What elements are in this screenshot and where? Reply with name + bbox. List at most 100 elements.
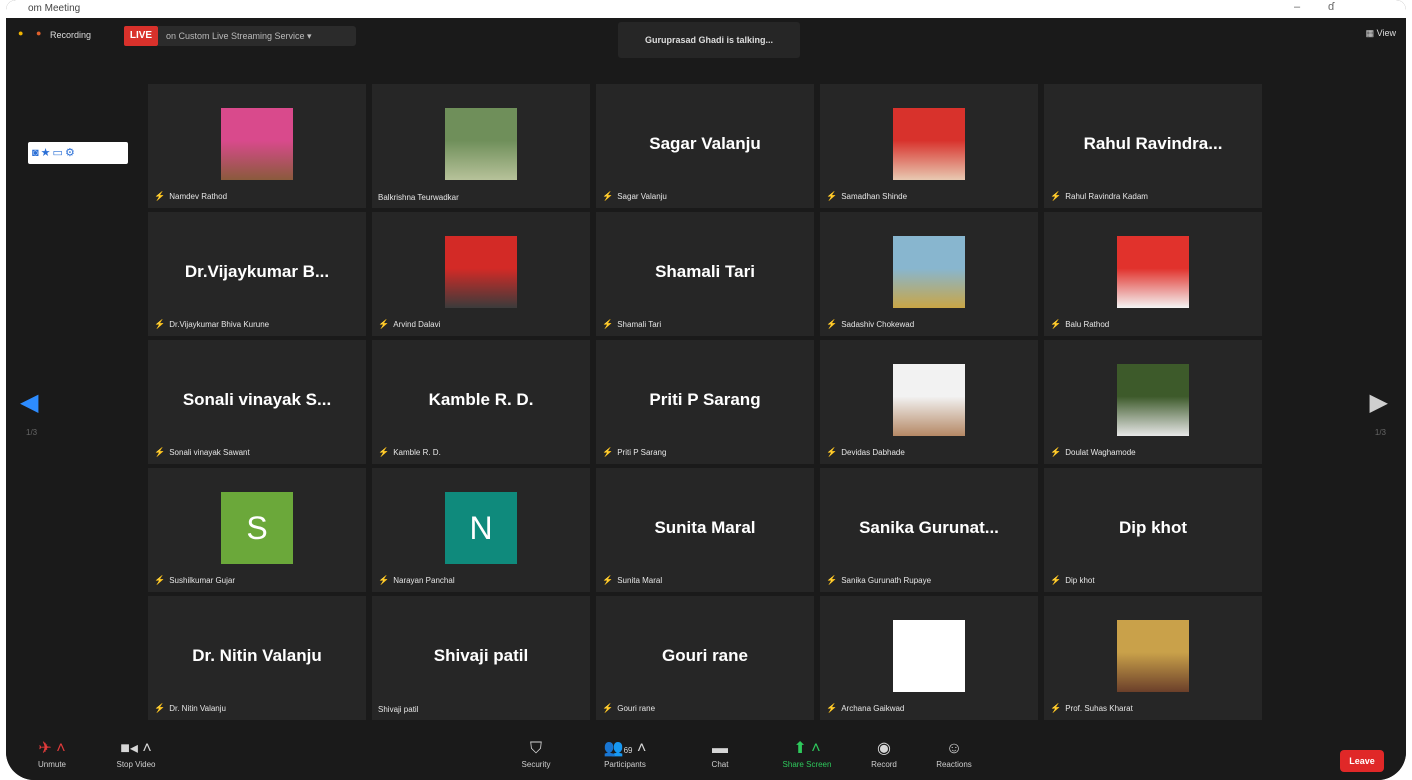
refresh-icon[interactable]: ◙ — [32, 147, 41, 159]
participant-name-label: ⚡ Doulat Waghamode — [1050, 447, 1136, 458]
participant-photo — [1117, 364, 1189, 436]
gear-icon[interactable]: ⚙ — [65, 147, 77, 159]
participant-tile[interactable]: ⚡ Balu Rathod — [1044, 212, 1262, 336]
mic-muted-icon: ⚡ — [154, 191, 166, 201]
star-icon[interactable]: ★ — [41, 147, 53, 159]
mic-muted-icon: ⚡ — [826, 703, 838, 713]
participant-name-label: ⚡ Priti P Sarang — [602, 447, 666, 458]
participant-name: Devidas Dabhade — [841, 448, 905, 457]
mic-muted-icon: ⚡ — [378, 447, 390, 457]
mic-muted-icon: ⚡ — [826, 575, 838, 585]
page-indicator-right: 1/3 — [1374, 428, 1386, 437]
participant-display-name: Shamali Tari — [655, 262, 755, 281]
participant-photo — [221, 108, 293, 180]
zoom-window: om Meeting – ɗ ● ● Recording LIVE on Cus… — [6, 0, 1406, 780]
participant-display-name: Priti P Sarang — [649, 390, 761, 409]
video-camera-icon: ■◂ ˄ — [120, 740, 152, 757]
participant-tile[interactable]: ⚡ Doulat Waghamode — [1044, 340, 1262, 464]
live-badge: LIVE — [124, 26, 158, 46]
participant-tile[interactable]: N ⚡ Narayan Panchal — [372, 468, 590, 592]
smiley-icon: ☺ — [945, 740, 963, 757]
participant-name: Sagar Valanju — [617, 192, 667, 201]
participant-tile[interactable]: Gouri rane ⚡ Gouri rane — [596, 596, 814, 720]
participant-name: Dr.Vijaykumar Bhiva Kurune — [169, 320, 270, 329]
participant-tile[interactable]: Kamble R. D. ⚡ Kamble R. D. — [372, 340, 590, 464]
mic-muted-icon: ⚡ — [602, 447, 614, 457]
participant-tile[interactable]: Sanika Gurunat... ⚡ Sanika Gurunath Rupaye — [820, 468, 1038, 592]
share-screen-icon: ⬆ ˄ — [793, 740, 821, 757]
participant-tile[interactable]: Sagar Valanju ⚡ Sagar Valanju — [596, 84, 814, 208]
floating-controls[interactable]: ◙★▭⚙ — [28, 142, 128, 164]
participant-name: Samadhan Shinde — [841, 192, 908, 201]
participant-tile[interactable]: Shivaji patil Shivaji patil — [372, 596, 590, 720]
live-service-dropdown[interactable]: on Custom Live Streaming Service ▾ — [158, 26, 356, 46]
participant-tile[interactable]: S ⚡ Sushilkumar Gujar — [148, 468, 366, 592]
share-screen-button[interactable]: ⬆ ˄ Share Screen — [770, 738, 844, 769]
participant-display-name: Sagar Valanju — [649, 134, 761, 153]
participant-name: Shamali Tari — [617, 320, 662, 329]
reactions-button[interactable]: ☺ Reactions — [924, 738, 984, 769]
shield-icon: ⛉ — [529, 740, 542, 757]
participant-name: Doulat Waghamode — [1065, 448, 1136, 457]
participant-name-label: ⚡ Sonali vinayak Sawant — [154, 447, 250, 458]
record-button[interactable]: ◉ Record — [854, 738, 914, 769]
mute-button[interactable]: ✈ ˄ Unmute — [22, 738, 82, 769]
participants-icon: 👥69 ˄ — [603, 740, 647, 757]
participant-tile[interactable]: Dr. Nitin Valanju ⚡ Dr. Nitin Valanju — [148, 596, 366, 720]
mic-muted-icon: ⚡ — [602, 191, 614, 201]
participant-avatar-initial: S — [221, 492, 293, 564]
page-indicator-left: 1/3 — [26, 428, 38, 437]
participant-name: Gouri rane — [617, 704, 656, 713]
mic-muted-icon: ⚡ — [602, 319, 614, 329]
participant-tile[interactable]: Dr.Vijaykumar B... ⚡ Dr.Vijaykumar Bhiva K… — [148, 212, 366, 336]
participant-name-label: ⚡ Dr. Nitin Valanju — [154, 703, 226, 714]
participant-tile[interactable]: Priti P Sarang ⚡ Priti P Sarang — [596, 340, 814, 464]
security-button[interactable]: ⛉ Security — [506, 738, 566, 769]
screen-icon[interactable]: ▭ — [53, 147, 65, 159]
participant-photo — [445, 236, 517, 308]
prev-page-arrow[interactable]: ◀ — [20, 388, 38, 417]
participant-tile[interactable]: ⚡ Samadhan Shinde — [820, 84, 1038, 208]
stop-video-button[interactable]: ■◂ ˄ Stop Video — [96, 738, 176, 769]
participant-tile[interactable]: Balkrishna Teurwadkar — [372, 84, 590, 208]
participant-tile[interactable]: ⚡ Archana Gaikwad — [820, 596, 1038, 720]
participant-name-label: ⚡ Sanika Gurunath Rupaye — [826, 575, 931, 586]
participant-tile[interactable]: ⚡ Arvind Dalavi — [372, 212, 590, 336]
mic-muted-icon: ⚡ — [378, 575, 390, 585]
restore-button[interactable]: ɗ — [1328, 1, 1334, 13]
chat-button[interactable]: ▬ Chat — [690, 738, 750, 769]
participant-tile[interactable]: Dip khot ⚡ Dip khot — [1044, 468, 1262, 592]
participant-photo — [893, 620, 965, 692]
leave-button[interactable]: Leave — [1340, 750, 1384, 772]
mic-muted-icon: ⚡ — [1050, 191, 1062, 201]
participant-name-label: ⚡ Namdev Rathod — [154, 191, 227, 202]
participant-tile[interactable]: Sonali vinayak S... ⚡ Sonali vinayak Sawan… — [148, 340, 366, 464]
recording-label: Recording — [50, 30, 92, 40]
participant-tile[interactable]: ⚡ Devidas Dabhade — [820, 340, 1038, 464]
participant-tile[interactable]: ⚡ Prof. Suhas Kharat — [1044, 596, 1262, 720]
participant-tile[interactable]: ⚡ Sadashiv Chokewad — [820, 212, 1038, 336]
info-icon[interactable]: ● — [18, 28, 23, 38]
participant-name-label: ⚡ Devidas Dabhade — [826, 447, 905, 458]
mic-muted-icon: ⚡ — [826, 447, 838, 457]
mic-muted-icon: ⚡ — [602, 703, 614, 713]
minimize-button[interactable]: – — [1294, 1, 1300, 13]
participant-name-label: ⚡ Archana Gaikwad — [826, 703, 904, 714]
participant-tile[interactable]: Rahul Ravindra... ⚡ Rahul Ravindra Kadam — [1044, 84, 1262, 208]
mic-muted-icon: ⚡ — [154, 447, 166, 457]
participants-button[interactable]: 👥69 ˄ Participants — [590, 738, 660, 769]
participant-name: Archana Gaikwad — [841, 704, 905, 713]
next-page-arrow[interactable]: ▶ — [1370, 388, 1388, 417]
participant-photo — [1117, 620, 1189, 692]
participant-photo — [893, 108, 965, 180]
participant-tile[interactable]: Shamali Tari ⚡ Shamali Tari — [596, 212, 814, 336]
view-button[interactable]: ▦ View — [1366, 28, 1396, 39]
participant-avatar-initial: N — [445, 492, 517, 564]
participant-name-label: ⚡ Arvind Dalavi — [378, 319, 440, 330]
participant-display-name: Shivaji patil — [433, 646, 529, 665]
participant-tile[interactable]: Sunita Maral ⚡ Sunita Maral — [596, 468, 814, 592]
participant-tile[interactable]: ⚡ Namdev Rathod — [148, 84, 366, 208]
participant-name-label: Balkrishna Teurwadkar — [378, 193, 459, 202]
title-bar: om Meeting – ɗ — [6, 0, 1406, 18]
participant-name-label: ⚡ Sunita Maral — [602, 575, 662, 586]
